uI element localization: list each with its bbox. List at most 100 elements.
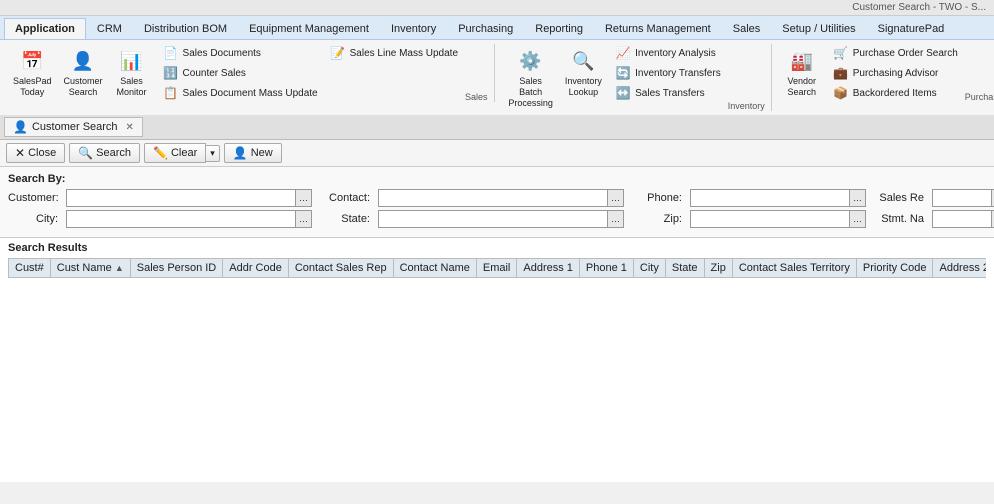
inventory-analysis-label: Inventory Analysis	[635, 48, 716, 59]
close-icon: ✕	[15, 146, 25, 160]
col-city[interactable]: City	[633, 259, 665, 278]
city-input-button[interactable]: …	[296, 210, 312, 228]
customer-search-tab[interactable]: 👤 Customer Search ✕	[4, 117, 143, 137]
search-results-label: Search Results	[8, 242, 986, 254]
col-state[interactable]: State	[665, 259, 704, 278]
customer-search-label: Customer Search	[64, 76, 103, 98]
phone-input-button[interactable]: …	[850, 189, 866, 207]
empty-results-area	[0, 282, 994, 482]
col-sales-person-id[interactable]: Sales Person ID	[130, 259, 222, 278]
customer-field-label: Customer:	[8, 192, 58, 204]
salespad-today-label: SalesPad Today	[13, 76, 52, 98]
nav-tab-setup-utilities[interactable]: Setup / Utilities	[771, 18, 866, 39]
purchasing-group-label: Purchasing	[965, 92, 994, 102]
nav-tab-sales[interactable]: Sales	[722, 18, 772, 39]
salespad-today-button[interactable]: 📅 SalesPad Today	[8, 44, 57, 101]
col-address1[interactable]: Address 1	[517, 259, 580, 278]
inventory-lookup-button[interactable]: 🔍 Inventory Lookup	[561, 44, 607, 101]
col-contact-sales-territory[interactable]: Contact Sales Territory	[732, 259, 856, 278]
state-field-label: State:	[320, 213, 370, 225]
purchasing-advisor-icon: 💼	[833, 65, 849, 81]
customer-search-tab-label: Customer Search	[32, 121, 118, 133]
customer-input[interactable]	[66, 189, 296, 207]
inventory-transfers-button[interactable]: 🔄 Inventory Transfers	[612, 64, 724, 82]
sales-re-input[interactable]	[932, 189, 992, 207]
counter-sales-button[interactable]: 🔢 Counter Sales	[160, 64, 321, 82]
purchasing-advisor-button[interactable]: 💼 Purchasing Advisor	[830, 64, 961, 82]
col-zip[interactable]: Zip	[704, 259, 732, 278]
sales-transfers-button[interactable]: ↔️ Sales Transfers	[612, 84, 724, 102]
search-label: Search	[96, 147, 131, 159]
nav-tab-signature-pad[interactable]: SignaturePad	[867, 18, 956, 39]
purchase-order-search-button[interactable]: 🛒 Purchase Order Search	[830, 44, 961, 62]
nav-tab-application[interactable]: Application	[4, 18, 86, 39]
ribbon-nav-tabs: Application CRM Distribution BOM Equipme…	[0, 16, 994, 40]
zip-input[interactable]	[690, 210, 850, 228]
col-cust-num[interactable]: Cust#	[9, 259, 51, 278]
purchase-order-search-label: Purchase Order Search	[853, 48, 958, 59]
sales-batch-processing-label: Sales Batch Processing	[508, 76, 554, 108]
sales-document-mass-update-button[interactable]: 📋 Sales Document Mass Update	[160, 84, 321, 102]
sales-transfers-label: Sales Transfers	[635, 88, 704, 99]
sales-monitor-label: Sales Monitor	[117, 76, 147, 98]
customer-search-button[interactable]: 👤 Customer Search	[59, 44, 108, 101]
backordered-items-label: Backordered Items	[853, 88, 937, 99]
purchase-order-search-icon: 🛒	[833, 45, 849, 61]
inventory-analysis-button[interactable]: 📈 Inventory Analysis	[612, 44, 724, 62]
contact-input[interactable]	[378, 189, 608, 207]
stmt-na-input[interactable]	[932, 210, 992, 228]
zip-input-wrap: …	[690, 210, 866, 228]
sales-monitor-icon: 📊	[118, 47, 146, 75]
nav-tab-inventory[interactable]: Inventory	[380, 18, 447, 39]
city-input-wrap: …	[66, 210, 312, 228]
tab-strip: 👤 Customer Search ✕	[0, 115, 994, 140]
col-contact-name[interactable]: Contact Name	[393, 259, 476, 278]
nav-tab-returns-management[interactable]: Returns Management	[594, 18, 722, 39]
vendor-search-button[interactable]: 🏭 Vendor Search	[780, 44, 824, 101]
sales-monitor-button[interactable]: 📊 Sales Monitor	[110, 44, 154, 101]
col-phone1[interactable]: Phone 1	[579, 259, 633, 278]
vendor-search-label: Vendor Search	[787, 76, 816, 98]
backordered-items-button[interactable]: 📦 Backordered Items	[830, 84, 961, 102]
zip-input-button[interactable]: …	[850, 210, 866, 228]
nav-tab-equipment-management[interactable]: Equipment Management	[238, 18, 380, 39]
nav-tab-purchasing[interactable]: Purchasing	[447, 18, 524, 39]
sales-document-mass-update-label: Sales Document Mass Update	[183, 88, 318, 99]
col-cust-name[interactable]: Cust Name ▲	[50, 259, 130, 278]
zip-field-label: Zip:	[632, 213, 682, 225]
purchasing-advisor-label: Purchasing Advisor	[853, 68, 939, 79]
search-by-label: Search By:	[8, 173, 986, 185]
nav-tab-distribution-bom[interactable]: Distribution BOM	[133, 18, 238, 39]
clear-dropdown[interactable]: ▾	[206, 145, 220, 162]
customer-search-tab-close[interactable]: ✕	[126, 122, 134, 133]
nav-tab-reporting[interactable]: Reporting	[524, 18, 594, 39]
cust-name-sort-arrow: ▲	[115, 263, 124, 273]
stmt-na-input-wrap: …	[932, 210, 994, 228]
inventory-transfers-label: Inventory Transfers	[635, 68, 721, 79]
city-input[interactable]	[66, 210, 296, 228]
nav-tab-crm[interactable]: CRM	[86, 18, 133, 39]
col-priority-code[interactable]: Priority Code	[856, 259, 933, 278]
phone-input[interactable]	[690, 189, 850, 207]
col-addr-code[interactable]: Addr Code	[223, 259, 289, 278]
sales-line-mass-update-button[interactable]: 📝 Sales Line Mass Update	[327, 44, 461, 62]
state-input-wrap: …	[378, 210, 624, 228]
state-input-button[interactable]: …	[608, 210, 624, 228]
state-input[interactable]	[378, 210, 608, 228]
col-address2[interactable]: Address 2	[933, 259, 986, 278]
search-button[interactable]: 🔍 Search	[69, 143, 140, 163]
sales-document-mass-update-icon: 📋	[163, 85, 179, 101]
sales-batch-processing-button[interactable]: ⚙️ Sales Batch Processing	[503, 44, 559, 111]
col-contact-sales-rep[interactable]: Contact Sales Rep	[288, 259, 393, 278]
col-email[interactable]: Email	[476, 259, 517, 278]
sales-documents-button[interactable]: 📄 Sales Documents	[160, 44, 321, 62]
contact-input-button[interactable]: …	[608, 189, 624, 207]
salespad-today-icon: 📅	[18, 47, 46, 75]
customer-input-button[interactable]: …	[296, 189, 312, 207]
search-row-1: Customer: … Contact: … Phone: … Sales Re…	[8, 189, 986, 207]
close-button[interactable]: ✕ Close	[6, 143, 65, 163]
results-header-row: Cust# Cust Name ▲ Sales Person ID Addr C…	[9, 259, 987, 278]
clear-button[interactable]: ✏️ Clear	[144, 143, 206, 163]
contact-field-label: Contact:	[320, 192, 370, 204]
new-button[interactable]: 👤 New	[224, 143, 282, 163]
